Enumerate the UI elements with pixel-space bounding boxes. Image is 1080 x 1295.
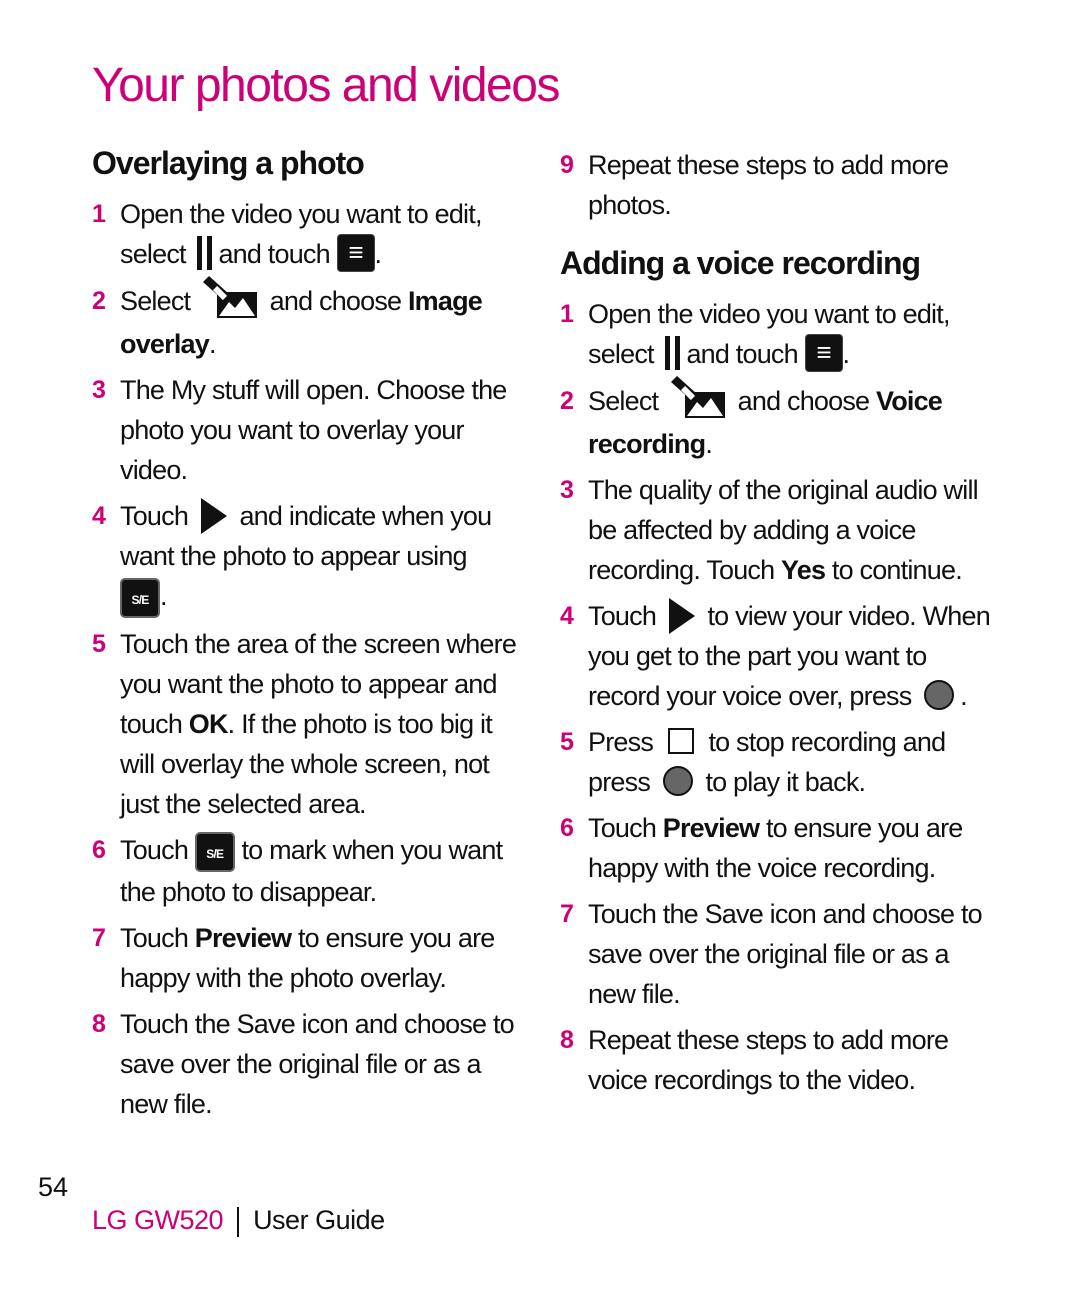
step-text: . xyxy=(960,680,967,711)
step-text: Press xyxy=(588,726,654,757)
step-text: and touch xyxy=(218,239,330,269)
step-number: 4 xyxy=(560,601,574,630)
step-number: 4 xyxy=(92,501,106,530)
play-icon xyxy=(668,597,695,634)
step: 8 Touch the Save icon and choose to save… xyxy=(92,1004,532,1124)
pause-icon xyxy=(664,335,682,370)
page-title: Your photos and videos xyxy=(92,59,560,112)
voice-recording-section: 9 Repeat these steps to add more photos.… xyxy=(560,145,1000,1106)
menu-icon xyxy=(336,233,375,272)
step-text: . xyxy=(160,580,167,611)
step: 4 Touch and indicate when you want the p… xyxy=(92,496,532,618)
step: 3 The My stuff will open. Choose the pho… xyxy=(92,370,532,490)
step-text: Touch the Save icon and choose to save o… xyxy=(588,898,983,1009)
step: 5 Touch the area of the screen where you… xyxy=(92,624,532,824)
start-end-icon: S/E xyxy=(120,577,160,618)
step-number: 2 xyxy=(92,286,106,315)
model-name: LG GW520 xyxy=(92,1205,224,1235)
section-heading: Adding a voice recording xyxy=(560,245,921,281)
step-text: and choose xyxy=(737,385,870,416)
step-text: and touch xyxy=(686,339,798,369)
step-number: 6 xyxy=(92,835,106,864)
pause-icon xyxy=(196,235,214,270)
step-bold-text: Yes xyxy=(781,554,826,585)
step-text: . xyxy=(842,339,850,369)
play-icon xyxy=(200,497,227,534)
start-end-icon: S/E xyxy=(194,831,235,872)
step-text: and choose xyxy=(269,285,402,316)
footer: LG GW520 User Guide xyxy=(92,1205,385,1237)
step-text: Select xyxy=(120,285,191,316)
step-text: . xyxy=(705,428,713,459)
step-text: Touch xyxy=(120,500,189,531)
step-text: Repeat these steps to add more voice rec… xyxy=(588,1024,949,1095)
step-number: 8 xyxy=(560,1025,574,1054)
section-heading: Overlaying a photo xyxy=(92,145,365,181)
edit-image-icon xyxy=(670,375,725,418)
step-text: Touch xyxy=(120,834,189,865)
step-bold-text: Preview xyxy=(662,812,760,843)
step-number: 3 xyxy=(92,375,106,404)
footer-divider xyxy=(237,1206,240,1237)
step-number: 7 xyxy=(92,923,106,952)
step: 7 Touch the Save icon and choose to save… xyxy=(560,894,1000,1014)
step: 1 Open the video you want to edit, selec… xyxy=(560,294,1000,375)
step: 6 Touch Preview to ensure you are happy … xyxy=(560,808,1000,888)
step-text: Select xyxy=(588,385,659,416)
step-bold-text: Preview xyxy=(194,922,292,953)
step: 6 Touch S/E to mark when you want the ph… xyxy=(92,830,532,912)
step-text: Touch xyxy=(588,600,657,631)
page-number: 54 xyxy=(38,1172,69,1202)
step-number: 5 xyxy=(92,629,106,658)
step-text: Touch xyxy=(120,922,189,953)
step: 1 Open the video you want to edit, selec… xyxy=(92,194,532,275)
step-number: 2 xyxy=(560,386,574,415)
step-text: to continue. xyxy=(831,554,963,585)
step: 3 The quality of the original audio will… xyxy=(560,470,1000,590)
step-number: 1 xyxy=(560,300,574,328)
overlaying-section: Overlaying a photo 1 Open the video you … xyxy=(92,145,532,1130)
step: 2 Select and choose Image overlay. xyxy=(92,275,532,364)
step: 7 Touch Preview to ensure you are happy … xyxy=(92,918,532,998)
guide-label: User Guide xyxy=(253,1205,385,1235)
record-icon xyxy=(924,679,955,710)
step-number: 7 xyxy=(560,899,574,928)
stop-icon xyxy=(667,727,694,754)
step-text: . xyxy=(208,328,216,359)
step-number: 8 xyxy=(92,1009,106,1038)
step-number: 1 xyxy=(92,200,106,228)
step-bold-text: OK xyxy=(188,708,229,739)
step-text: . xyxy=(374,239,382,269)
step-text: to play it back. xyxy=(705,766,866,797)
step-text: Repeat these steps to add more photos. xyxy=(588,150,949,220)
step-number: 5 xyxy=(560,727,574,756)
menu-icon xyxy=(804,333,843,372)
step-number: 6 xyxy=(560,813,574,842)
step: 2 Select and choose Voice recording. xyxy=(560,375,1000,464)
step-text: Touch xyxy=(588,812,657,843)
step: 8 Repeat these steps to add more voice r… xyxy=(560,1020,1000,1100)
play-back-icon xyxy=(662,765,693,796)
step-number: 3 xyxy=(560,475,574,504)
step: 4 Touch to view your video. When you get… xyxy=(560,596,1000,716)
edit-image-icon xyxy=(202,275,257,318)
step-text: The My stuff will open. Choose the photo… xyxy=(120,374,507,485)
step: 5 Press to stop recording and press to p… xyxy=(560,722,1000,802)
step-text: Touch the Save icon and choose to save o… xyxy=(120,1008,515,1119)
step-number: 9 xyxy=(560,151,574,179)
step: 9 Repeat these steps to add more photos. xyxy=(560,145,1000,225)
